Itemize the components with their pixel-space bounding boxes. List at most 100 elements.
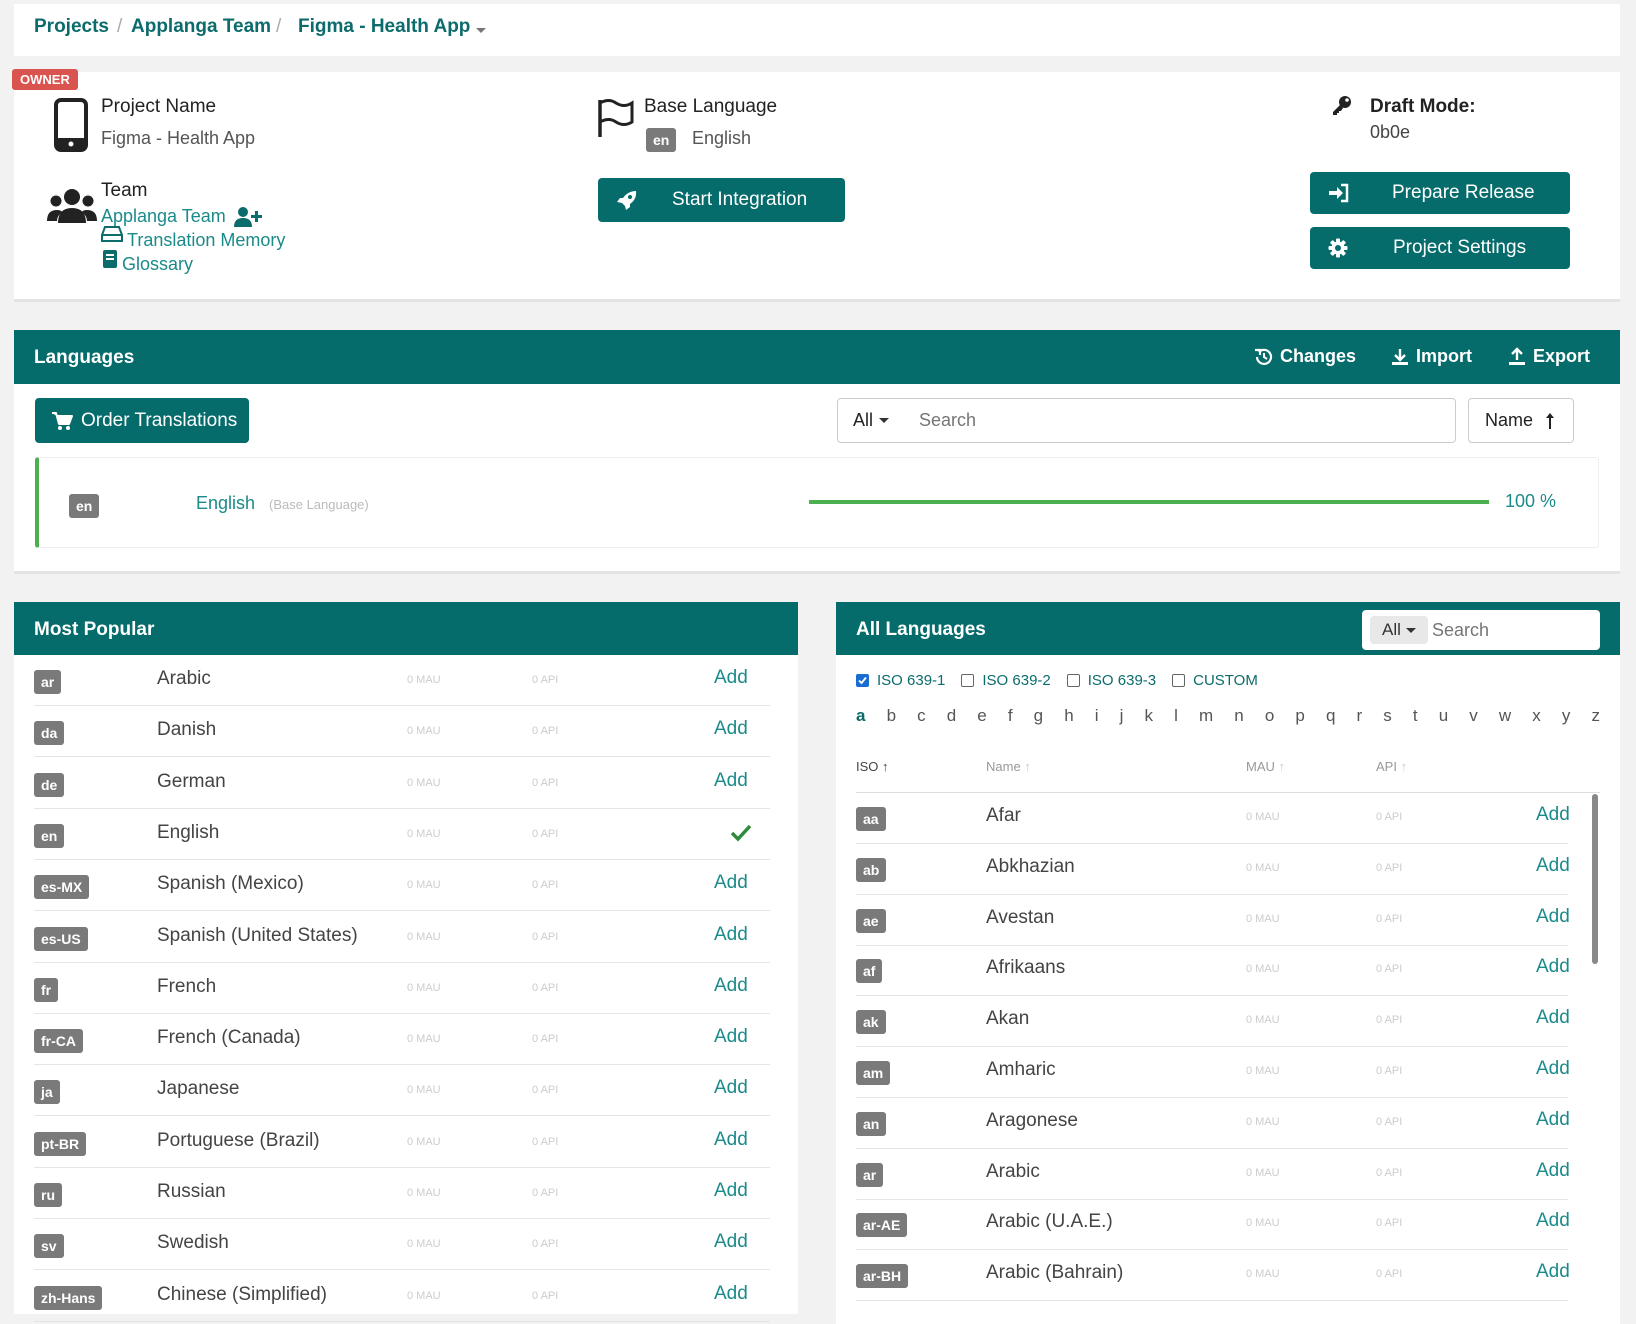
all-languages-filter-dropdown[interactable]: All (1370, 616, 1428, 644)
table-row[interactable]: an Aragonese 0 MAU 0 API Add (856, 1099, 1570, 1149)
table-row[interactable]: ar Arabic 0 MAU 0 API Add (856, 1150, 1570, 1200)
list-item[interactable]: fr-CA French (Canada) 0 MAU 0 API Add (34, 1014, 770, 1066)
list-item[interactable]: fr French 0 MAU 0 API Add (34, 963, 770, 1014)
iso-checkbox[interactable]: CUSTOM (1172, 668, 1258, 692)
add-button[interactable]: Add (714, 667, 748, 689)
list-item[interactable]: sv Swedish 0 MAU 0 API Add (34, 1219, 770, 1271)
list-item[interactable]: en English 0 MAU 0 API (34, 809, 770, 860)
alphabet-letter[interactable]: u (1439, 706, 1448, 736)
add-user-icon[interactable] (234, 206, 262, 228)
checkbox-icon[interactable] (856, 673, 869, 687)
filter-dropdown[interactable]: All (837, 398, 905, 443)
alphabet-letter[interactable]: s (1383, 706, 1392, 736)
alphabet-letter[interactable]: y (1562, 706, 1571, 736)
alphabet-letter[interactable]: t (1413, 706, 1418, 736)
alphabet-letter[interactable]: r (1357, 706, 1363, 736)
table-row[interactable]: ar-BH Arabic (Bahrain) 0 MAU 0 API Add (856, 1251, 1570, 1302)
prepare-release-button[interactable]: Prepare Release (1310, 172, 1570, 214)
chevron-down-icon[interactable] (476, 28, 486, 33)
breadcrumb-team[interactable]: Applanga Team (131, 16, 271, 38)
table-row[interactable]: ae Avestan 0 MAU 0 API Add (856, 896, 1570, 946)
add-button[interactable]: Add (714, 872, 748, 894)
add-button[interactable]: Add (1536, 1007, 1570, 1029)
scrollbar-thumb[interactable] (1592, 794, 1598, 964)
changes-button[interactable]: Changes (1254, 346, 1356, 367)
alphabet-letter[interactable]: m (1199, 706, 1213, 736)
list-item[interactable]: ru Russian 0 MAU 0 API Add (34, 1168, 770, 1219)
list-item[interactable]: ja Japanese 0 MAU 0 API Add (34, 1065, 770, 1117)
list-item[interactable]: ar Arabic 0 MAU 0 API Add (34, 655, 770, 706)
column-iso[interactable]: ISO ↑ (856, 759, 889, 774)
alphabet-letter[interactable]: c (917, 706, 926, 736)
order-translations-button[interactable]: Order Translations (35, 398, 249, 443)
alphabet-letter[interactable]: q (1326, 706, 1335, 736)
base-row-name[interactable]: English (196, 493, 255, 514)
column-api[interactable]: API ↑ (1376, 759, 1407, 774)
table-row[interactable]: ak Akan 0 MAU 0 API Add (856, 997, 1570, 1048)
alphabet-letter[interactable]: g (1034, 706, 1043, 736)
add-button[interactable]: Add (714, 718, 748, 740)
alphabet-letter[interactable]: l (1174, 706, 1178, 736)
alphabet-letter[interactable]: w (1499, 706, 1511, 736)
add-button[interactable]: Add (1536, 956, 1570, 978)
language-search-input[interactable] (904, 398, 1456, 443)
iso-checkbox[interactable]: ISO 639-3 (1066, 668, 1156, 692)
table-row[interactable]: ar-AE Arabic (U.A.E.) 0 MAU 0 API Add (856, 1200, 1570, 1251)
add-button[interactable]: Add (1536, 1261, 1570, 1283)
add-button[interactable]: Add (1536, 855, 1570, 877)
add-button[interactable]: Add (714, 1026, 748, 1048)
breadcrumb-projects[interactable]: Projects (34, 16, 109, 38)
list-item[interactable]: zh-Hans Chinese (Simplified) 0 MAU 0 API Add (34, 1271, 770, 1322)
all-languages-search-input[interactable] (1432, 616, 1592, 644)
alphabet-letter[interactable]: j (1120, 706, 1124, 736)
add-button[interactable]: Add (1536, 906, 1570, 928)
alphabet-letter[interactable]: b (887, 706, 896, 736)
alphabet-letter[interactable]: h (1064, 706, 1073, 736)
alphabet-letter[interactable]: k (1145, 706, 1154, 736)
add-button[interactable]: Add (714, 770, 748, 792)
add-button[interactable]: Add (714, 1129, 748, 1151)
checkbox-icon[interactable] (1172, 673, 1186, 687)
alphabet-letter[interactable]: x (1532, 706, 1541, 736)
add-button[interactable]: Add (1536, 804, 1570, 826)
alphabet-letter[interactable]: a (856, 706, 865, 736)
alphabet-letter[interactable]: n (1234, 706, 1243, 736)
add-button[interactable]: Add (714, 1180, 748, 1202)
table-row[interactable]: aa Afar 0 MAU 0 API Add (856, 794, 1570, 844)
list-item[interactable]: pt-BR Portuguese (Brazil) 0 MAU 0 API Add (34, 1117, 770, 1168)
alphabet-letter[interactable]: d (947, 706, 956, 736)
add-button[interactable]: Add (714, 975, 748, 997)
list-item[interactable]: da Danish 0 MAU 0 API Add (34, 706, 770, 758)
breadcrumb-app[interactable]: Figma - Health App (298, 16, 470, 38)
column-mau[interactable]: MAU ↑ (1246, 759, 1285, 774)
add-button[interactable]: Add (1536, 1109, 1570, 1131)
import-button[interactable]: Import (1390, 346, 1472, 367)
alphabet-letter[interactable]: e (977, 706, 986, 736)
list-item[interactable]: es-MX Spanish (Mexico) 0 MAU 0 API Add (34, 860, 770, 912)
translation-memory-link[interactable]: Translation Memory (127, 230, 285, 251)
alphabet-letter[interactable]: v (1469, 706, 1478, 736)
iso-checkbox[interactable]: ISO 639-2 (961, 668, 1051, 692)
add-button[interactable]: Add (1536, 1160, 1570, 1182)
add-button[interactable]: Add (714, 1283, 748, 1305)
column-name[interactable]: Name ↑ (986, 759, 1031, 774)
base-language-row[interactable]: en English (Base Language) 100 % (35, 457, 1599, 548)
alphabet-letter[interactable]: z (1591, 706, 1600, 736)
add-button[interactable]: Add (714, 924, 748, 946)
project-settings-button[interactable]: Project Settings (1310, 227, 1570, 269)
add-button[interactable]: Add (1536, 1058, 1570, 1080)
table-row[interactable]: ab Abkhazian 0 MAU 0 API Add (856, 845, 1570, 895)
alphabet-letter[interactable]: p (1295, 706, 1304, 736)
start-integration-button[interactable]: Start Integration (598, 178, 845, 222)
alphabet-letter[interactable]: i (1095, 706, 1099, 736)
add-button[interactable]: Add (714, 1231, 748, 1253)
alphabet-letter[interactable]: o (1265, 706, 1274, 736)
add-button[interactable]: Add (1536, 1210, 1570, 1232)
team-link[interactable]: Applanga Team (101, 206, 226, 227)
add-button[interactable]: Add (714, 1077, 748, 1099)
table-row[interactable]: am Amharic 0 MAU 0 API Add (856, 1048, 1570, 1098)
checkbox-icon[interactable] (1066, 673, 1080, 687)
glossary-link[interactable]: Glossary (122, 254, 193, 275)
sort-button[interactable]: Name (1468, 398, 1574, 443)
alphabet-letter[interactable]: f (1008, 706, 1013, 736)
